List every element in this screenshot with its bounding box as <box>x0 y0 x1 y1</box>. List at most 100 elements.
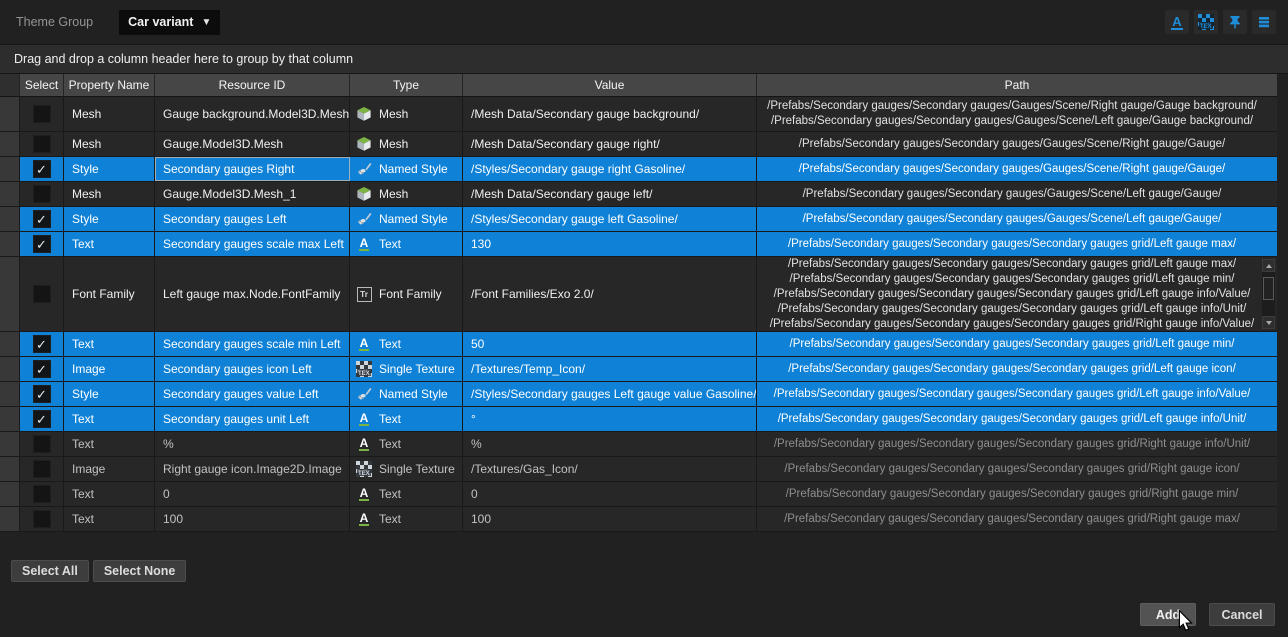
group-by-drop-area[interactable]: Drag and drop a column header here to gr… <box>0 44 1288 74</box>
text-icon: A <box>356 436 372 452</box>
table-row[interactable]: ✓TextSecondary gauges unit LeftAText°/Pr… <box>0 407 1277 432</box>
select-cell: ✓ <box>20 232 64 256</box>
table-row[interactable]: Text100AText100/Prefabs/Secondary gauges… <box>0 507 1277 532</box>
resource-id-cell: 0 <box>155 482 350 506</box>
path-line: /Prefabs/Secondary gauges/Secondary gaug… <box>803 187 1222 202</box>
select-cell: ✓ <box>20 357 64 381</box>
table-row[interactable]: ✓ImageSecondary gauges icon Left TEXSing… <box>0 357 1277 382</box>
resource-id-cell: Gauge background.Model3D.Mesh <box>155 97 350 131</box>
type-cell: AText <box>350 482 463 506</box>
row-checkbox[interactable]: ✓ <box>33 360 51 378</box>
theme-group-dropdown[interactable]: Car variant ▼ <box>119 10 220 35</box>
property-name-cell: Mesh <box>64 97 155 131</box>
list-icon[interactable] <box>1252 10 1276 34</box>
textures-icon[interactable]: TEX <box>1194 10 1218 34</box>
table-row[interactable]: MeshGauge.Model3D.Mesh_1Mesh/Mesh Data/S… <box>0 182 1277 207</box>
table-row[interactable]: ✓StyleSecondary gauges value LeftNamed S… <box>0 382 1277 407</box>
font-family-icon: Tr <box>356 286 372 302</box>
row-handle <box>0 257 20 331</box>
table-row[interactable]: Text0AText0/Prefabs/Secondary gauges/Sec… <box>0 482 1277 507</box>
text-icon: A <box>356 336 372 352</box>
property-name-cell: Mesh <box>64 182 155 206</box>
value-cell: 100 <box>463 507 757 531</box>
scroll-up-icon[interactable] <box>1262 259 1275 272</box>
table-row[interactable]: ImageRight gauge icon.Image2D.Image TEXS… <box>0 457 1277 482</box>
type-label: Text <box>379 437 401 451</box>
table-row[interactable]: Text%AText%/Prefabs/Secondary gauges/Sec… <box>0 432 1277 457</box>
value-cell: 0 <box>463 482 757 506</box>
scroll-down-icon[interactable] <box>1262 316 1275 329</box>
select-all-button[interactable]: Select All <box>11 560 89 582</box>
path-line: /Prefabs/Secondary gauges/Secondary gaug… <box>778 412 1247 427</box>
value-cell: /Textures/Gas_Icon/ <box>463 457 757 481</box>
type-cell: AText <box>350 232 463 256</box>
type-cell: Named Style <box>350 207 463 231</box>
path-line: /Prefabs/Secondary gauges/Secondary gaug… <box>774 387 1251 402</box>
table-row[interactable]: ✓StyleSecondary gauges RightNamed Style/… <box>0 157 1277 182</box>
row-checkbox[interactable] <box>33 510 51 528</box>
property-name-cell: Image <box>64 357 155 381</box>
row-checkbox[interactable] <box>33 135 51 153</box>
path-line: /Prefabs/Secondary gauges/Secondary gaug… <box>803 212 1222 227</box>
table-row[interactable]: MeshGauge background.Model3D.MeshMesh/Me… <box>0 97 1277 132</box>
row-checkbox[interactable] <box>33 185 51 203</box>
path-line: /Prefabs/Secondary gauges/Secondary gaug… <box>778 302 1247 317</box>
row-checkbox[interactable]: ✓ <box>33 335 51 353</box>
type-cell: A Text <box>350 332 463 356</box>
property-name-cell: Text <box>64 482 155 506</box>
header-path[interactable]: Path <box>757 74 1277 97</box>
header-value[interactable]: Value <box>463 74 757 97</box>
property-name-cell: Style <box>64 382 155 406</box>
type-label: Text <box>379 412 401 426</box>
row-checkbox[interactable]: ✓ <box>33 210 51 228</box>
scrollbar-thumb[interactable] <box>1263 277 1274 300</box>
row-checkbox[interactable]: ✓ <box>33 235 51 253</box>
header-select[interactable]: Select <box>20 74 64 97</box>
path-cell: /Prefabs/Secondary gauges/Secondary gaug… <box>757 407 1277 431</box>
value-cell: /Mesh Data/Secondary gauge background/ <box>463 97 757 131</box>
type-label: Text <box>379 337 401 351</box>
row-checkbox[interactable] <box>33 285 51 303</box>
mesh-icon <box>356 186 372 202</box>
table-header-row: Select Property Name Resource ID Type Va… <box>0 74 1277 97</box>
cancel-button[interactable]: Cancel <box>1209 603 1275 626</box>
type-cell: Named Style <box>350 157 463 181</box>
row-checkbox[interactable] <box>33 105 51 123</box>
single-texture-icon: TEX <box>356 461 372 477</box>
table-row[interactable]: ✓TextSecondary gauges scale max LeftATex… <box>0 232 1277 257</box>
header-property-name[interactable]: Property Name <box>64 74 155 97</box>
type-cell: Mesh <box>350 182 463 206</box>
resource-id-cell: Right gauge icon.Image2D.Image <box>155 457 350 481</box>
mesh-icon <box>356 136 372 152</box>
path-cell: /Prefabs/Secondary gauges/Secondary gaug… <box>757 357 1277 381</box>
text-icon: A <box>356 236 372 252</box>
path-line: /Prefabs/Secondary gauges/Secondary gaug… <box>784 462 1239 477</box>
type-label: Mesh <box>379 107 408 121</box>
type-cell: Named Style <box>350 382 463 406</box>
property-name-cell: Text <box>64 432 155 456</box>
svg-text:TEX: TEX <box>358 471 370 477</box>
path-cell-scrollbar[interactable] <box>1262 259 1275 329</box>
row-checkbox[interactable] <box>33 460 51 478</box>
header-resource-id[interactable]: Resource ID <box>155 74 350 97</box>
table-row[interactable]: ✓StyleSecondary gauges LeftNamed Style/S… <box>0 207 1277 232</box>
path-line: /Prefabs/Secondary gauges/Secondary gaug… <box>771 114 1253 129</box>
theme-group-label: Theme Group <box>16 15 93 29</box>
table-row[interactable]: ✓TextSecondary gauges scale min LeftATex… <box>0 332 1277 357</box>
row-checkbox[interactable]: ✓ <box>33 410 51 428</box>
row-handle <box>0 97 20 131</box>
header-type[interactable]: Type <box>350 74 463 97</box>
table-row[interactable]: MeshGauge.Model3D.MeshMesh/Mesh Data/Sec… <box>0 132 1277 157</box>
value-cell: 50 <box>463 332 757 356</box>
font-resources-icon[interactable]: A <box>1165 10 1189 34</box>
mesh-icon <box>356 106 372 122</box>
table-row[interactable]: Font FamilyLeft gauge max.Node.FontFamil… <box>0 257 1277 332</box>
pushpin-icon[interactable] <box>1223 10 1247 34</box>
select-none-button[interactable]: Select None <box>93 560 187 582</box>
row-checkbox[interactable]: ✓ <box>33 160 51 178</box>
row-checkbox[interactable]: ✓ <box>33 385 51 403</box>
row-checkbox[interactable] <box>33 485 51 503</box>
header-lead-cell <box>0 74 20 97</box>
row-checkbox[interactable] <box>33 435 51 453</box>
add-button[interactable]: Add <box>1140 603 1196 626</box>
